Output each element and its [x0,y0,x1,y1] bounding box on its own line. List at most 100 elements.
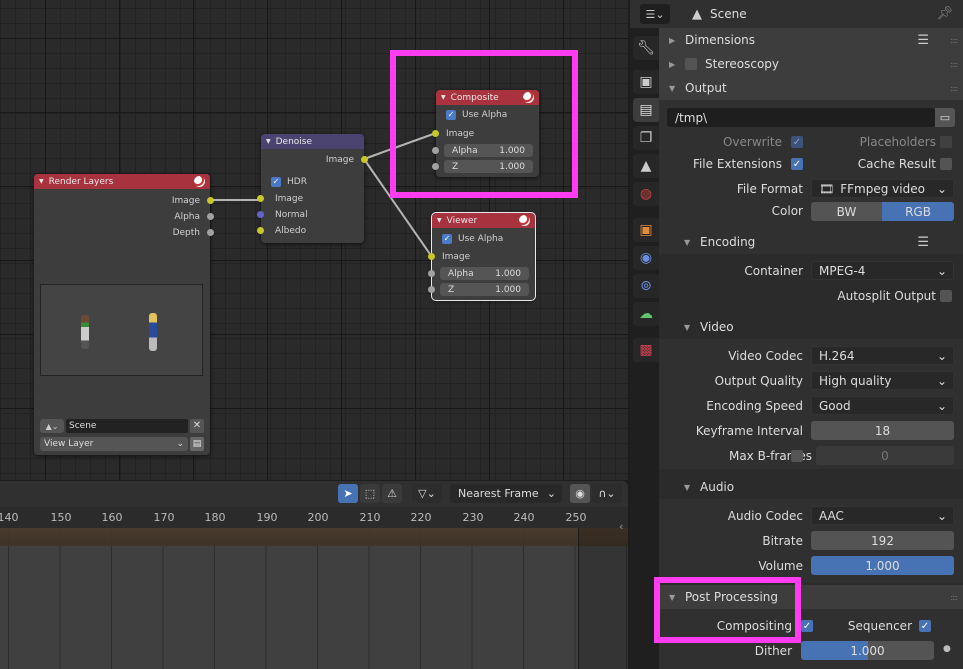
scene-name-field[interactable]: Scene [66,419,188,433]
viewer-header[interactable]: ▼ Viewer [432,213,535,228]
color-rgb-button[interactable]: RGB [882,202,954,221]
new-view-layer-icon[interactable]: ▤ [190,437,204,451]
collapse-icon[interactable]: ▼ [266,138,271,145]
scene-type-button[interactable]: ▲⌄ [40,419,64,433]
drag-handle[interactable]: :::: [950,593,958,602]
use-alpha-checkbox[interactable]: ✓ [446,109,456,120]
socket-dot[interactable] [428,286,435,293]
socket-dot[interactable] [207,213,214,220]
collapse-icon[interactable]: ▼ [437,217,442,224]
subpanel-audio[interactable]: ▼ Audio [659,475,963,499]
collapse-icon[interactable]: ▼ [441,94,446,101]
stereoscopy-checkbox[interactable] [685,58,697,70]
timeline-ruler[interactable]: 140 150 160 170 180 190 200 210 220 230 … [0,507,628,528]
presets-list-icon[interactable]: ☰ [917,33,929,48]
render-layers-node[interactable]: ▼ Render Layers Image Alpha Depth ▲⌄ Sce… [34,174,214,455]
hdr-checkbox[interactable]: ✓ [271,176,281,187]
editor-type-button[interactable]: ☰⌄ [640,4,670,24]
max-bframes-field[interactable]: 0 [816,446,954,465]
z-field[interactable]: Z 1.000 [444,160,533,173]
warning-button[interactable]: ⚠ [382,484,402,503]
filter-button[interactable]: ▽⌄ [412,484,442,503]
render-layers-header[interactable]: ▼ Render Layers [34,174,210,189]
bitrate-field[interactable]: 192 [811,531,954,550]
socket-dot[interactable] [257,227,264,234]
tab-world[interactable]: ◍ [633,182,659,206]
max-bframes-checkbox[interactable] [791,450,803,462]
socket-dot[interactable] [207,229,214,236]
socket-dot[interactable] [432,130,439,137]
tab-constraints[interactable]: ⊚ [633,274,659,298]
subpanel-encoding[interactable]: ▼ Encoding ☰ [659,230,963,254]
proportional-edit-button[interactable]: ◉ [570,484,590,503]
panel-output[interactable]: ▼ Output :::: [659,76,963,100]
socket-dot[interactable] [428,270,435,277]
drag-handle[interactable]: :::: [950,36,958,45]
view-layer-dropdown[interactable]: View Layer ⌄ [40,437,188,451]
box-select-button[interactable]: ⬚ [360,484,380,503]
denoise-header[interactable]: ▼ Denoise [261,134,364,149]
dither-slider[interactable]: 1.000 [801,641,934,660]
tab-scene[interactable]: ▲ [633,154,659,178]
placeholders-checkbox[interactable] [940,136,952,148]
compositing-checkbox[interactable]: ✓ [801,620,813,632]
socket-dot[interactable] [432,163,439,170]
socket-dot[interactable] [361,156,368,163]
socket-dot[interactable] [257,195,264,202]
use-alpha-checkbox[interactable]: ✓ [442,233,452,244]
panel-dimensions[interactable]: ▶ Dimensions ☰ :::: [659,28,963,52]
alpha-field[interactable]: Alpha 1.000 [440,267,529,280]
sidebar-toggle-icon[interactable]: ‹ [619,520,623,533]
select-tool-button[interactable]: ➤ [338,484,358,503]
composite-node[interactable]: ▼ Composite ✓ Use Alpha Image Alpha 1.000 … [432,90,539,177]
drag-handle[interactable]: :::: [950,60,958,69]
presets-list-icon[interactable]: ☰ [917,235,929,250]
socket-dot[interactable] [432,147,439,154]
tab-object[interactable]: ▣ [633,218,659,242]
autosplit-checkbox[interactable] [940,290,952,302]
tab-render[interactable]: ▣ [633,70,659,94]
tab-texture[interactable]: ▩ [633,338,659,362]
collapse-icon[interactable]: ▼ [39,178,44,185]
file-format-dropdown[interactable]: 🎞︎ FFmpeg video ⌄ [811,179,954,198]
tab-tool[interactable]: 🔧︎ [633,36,659,60]
browse-folder-button[interactable]: ▭ [935,108,955,127]
socket-dot[interactable] [207,197,214,204]
container-dropdown[interactable]: MPEG-4 ⌄ [811,261,954,280]
output-quality-dropdown[interactable]: High quality ⌄ [811,371,954,390]
tab-view-layer[interactable]: ❐ [633,126,659,150]
tab-output[interactable]: ▤ [633,98,659,122]
output-path-field[interactable]: /tmp\ [667,108,935,127]
timeline-area[interactable] [0,528,628,669]
snap-mode-dropdown[interactable]: Nearest Frame ⌄ [450,484,562,503]
audio-codec-dropdown[interactable]: AAC ⌄ [811,506,954,525]
drag-handle[interactable]: :::: [950,84,958,93]
panel-stereoscopy[interactable]: ▶ Stereoscopy :::: [659,52,963,76]
view-layer-selector[interactable]: View Layer ⌄ ▤ [40,437,204,451]
use-alpha-option[interactable]: ✓ Use Alpha [432,230,535,247]
clear-scene-button[interactable]: ✕ [190,419,204,433]
pin-icon[interactable]: 📌︎ [936,6,953,21]
scene-selector[interactable]: ▲⌄ Scene ✕ [40,419,204,433]
hdr-option[interactable]: ✓ HDR [261,173,364,190]
falloff-dropdown[interactable]: ∩⌄ [592,484,622,503]
panel-post-processing[interactable]: ▼ Post Processing :::: [659,585,963,609]
sequencer-checkbox[interactable]: ✓ [919,620,931,632]
encoding-speed-dropdown[interactable]: Good ⌄ [811,396,954,415]
viewer-node[interactable]: ▼ Viewer ✓ Use Alpha Image Alpha 1.000 Z 1.… [428,212,536,301]
composite-header[interactable]: ▼ Composite [436,90,539,105]
socket-dot[interactable] [257,211,264,218]
volume-slider[interactable]: 1.000 [811,556,954,575]
video-codec-dropdown[interactable]: H.264 ⌄ [811,346,954,365]
tab-physics[interactable]: ◉ [633,246,659,270]
file-extensions-checkbox[interactable]: ✓ [791,158,803,170]
alpha-field[interactable]: Alpha 1.000 [444,144,533,157]
tab-object-data[interactable]: ☁ [633,302,659,326]
overwrite-checkbox[interactable]: ✓ [791,136,803,148]
keyframe-interval-field[interactable]: 18 [811,421,954,440]
keyframe-dot-icon[interactable]: ● [943,644,951,654]
subpanel-video[interactable]: ▼ Video [659,315,963,339]
cache-result-checkbox[interactable] [940,158,952,170]
use-alpha-option[interactable]: ✓ Use Alpha [436,106,539,123]
denoise-node[interactable]: ▼ Denoise Image ✓ HDR Image Normal Albedo [257,134,368,243]
